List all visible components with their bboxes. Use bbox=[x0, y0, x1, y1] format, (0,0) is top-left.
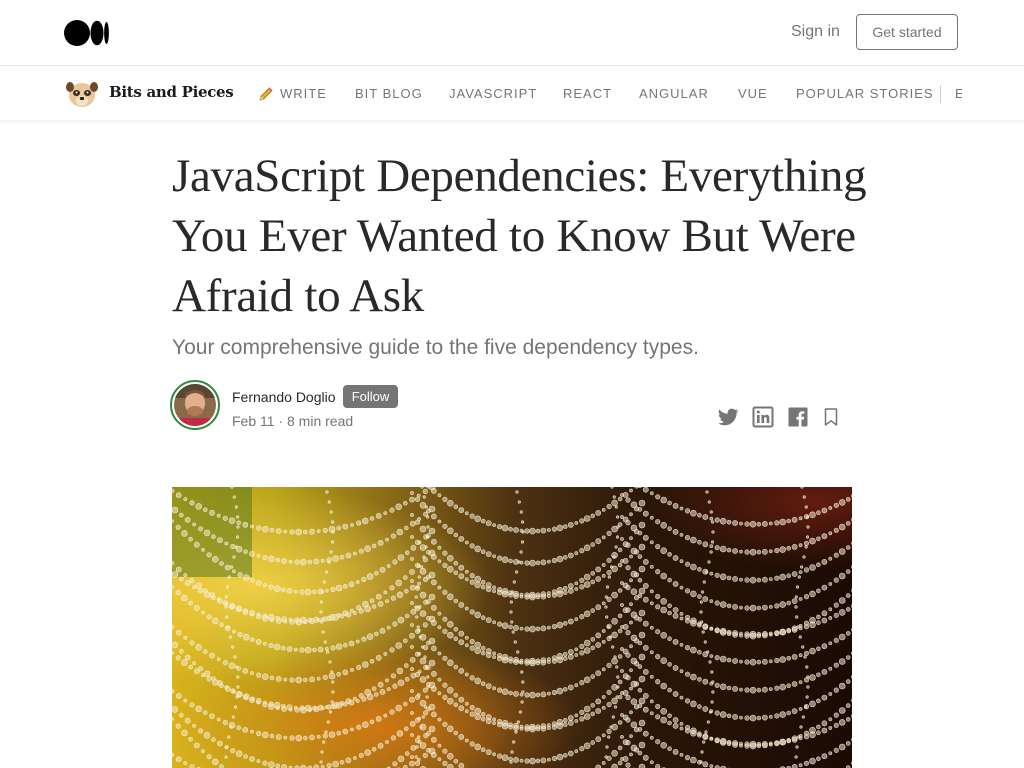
author-name[interactable]: Fernando Doglio bbox=[232, 389, 336, 405]
pencil-icon bbox=[259, 87, 273, 101]
article-subtitle: Your comprehensive guide to the five dep… bbox=[172, 336, 699, 359]
nav-item-bit-blog[interactable]: BIT BLOG bbox=[355, 86, 423, 101]
bookmark-icon[interactable] bbox=[819, 405, 843, 429]
top-bar: Sign in Get started bbox=[0, 0, 1024, 66]
nav-item-write[interactable]: WRITE bbox=[280, 86, 327, 101]
publication-nav: WRITE BIT BLOG JAVASCRIPT REACT ANGULAR … bbox=[258, 85, 962, 105]
nav-item-vue[interactable]: VUE bbox=[738, 86, 768, 101]
twitter-icon[interactable] bbox=[716, 405, 740, 429]
nav-item-react[interactable]: REACT bbox=[563, 86, 612, 101]
nav-item-javascript[interactable]: JAVASCRIPT bbox=[449, 86, 537, 101]
nav-item-overflow[interactable]: E bbox=[955, 86, 962, 101]
meerkat-logo-icon[interactable] bbox=[64, 78, 100, 110]
spider-web-dewdrops-image bbox=[172, 487, 852, 768]
author-avatar[interactable] bbox=[170, 380, 220, 430]
sign-in-link[interactable]: Sign in bbox=[791, 23, 840, 41]
publish-date[interactable]: Feb 11 bbox=[232, 413, 275, 429]
nav-divider bbox=[940, 85, 941, 103]
get-started-button[interactable]: Get started bbox=[856, 14, 958, 50]
linkedin-icon[interactable] bbox=[751, 405, 775, 429]
article-title: JavaScript Dependencies: Everything You … bbox=[172, 150, 867, 322]
publication-name[interactable]: Bits and Pieces bbox=[109, 83, 234, 101]
article-meta: Feb 11 · 8 min read bbox=[232, 413, 353, 429]
medium-logo-icon[interactable] bbox=[64, 20, 110, 46]
follow-button[interactable]: Follow bbox=[343, 385, 398, 408]
hero-image bbox=[172, 487, 852, 768]
meta-separator: · bbox=[278, 413, 284, 429]
nav-item-popular-stories[interactable]: POPULAR STORIES bbox=[796, 86, 934, 101]
read-time: 8 min read bbox=[287, 413, 354, 429]
nav-item-angular[interactable]: ANGULAR bbox=[639, 86, 709, 101]
facebook-icon[interactable] bbox=[786, 405, 810, 429]
author-photo bbox=[174, 384, 216, 426]
publication-bar: Bits and Pieces WRITE BIT BLOG JAVASCRIP… bbox=[0, 66, 1024, 120]
